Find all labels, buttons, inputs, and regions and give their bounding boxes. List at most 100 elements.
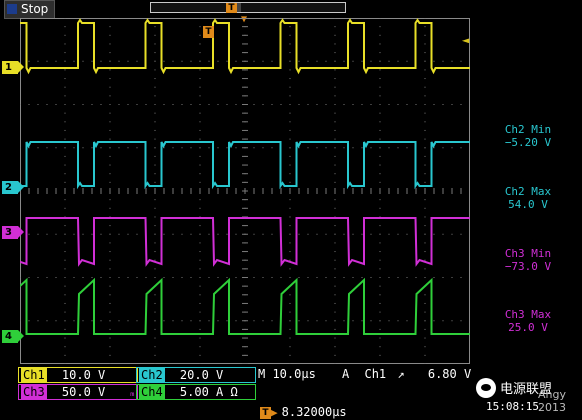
wechat-logo-icon xyxy=(476,378,496,398)
grid-dot xyxy=(424,129,426,131)
grid-dot xyxy=(289,181,291,183)
grid-dot xyxy=(325,147,327,149)
grid-dot xyxy=(64,52,66,54)
ch4-label: Ch4 xyxy=(139,385,165,399)
grid-dot xyxy=(379,225,381,227)
grid-dot xyxy=(100,277,102,278)
grid-dot xyxy=(109,354,111,356)
grid-dot xyxy=(424,354,426,356)
grid-dot xyxy=(388,277,390,278)
grid-dot xyxy=(136,233,138,235)
grid-dot xyxy=(199,121,201,123)
grid-dot xyxy=(199,173,201,175)
grid-dot xyxy=(370,277,372,278)
grid-dot xyxy=(262,60,264,62)
grid-dot xyxy=(163,233,165,235)
grid-dot xyxy=(379,129,381,131)
grid-dot xyxy=(379,121,381,123)
measurement-ch2-max: Ch2 Max 54.0 V xyxy=(474,185,582,211)
grid-dot xyxy=(154,242,156,244)
grid-dot xyxy=(334,78,336,80)
trigger-point-record-icon: T xyxy=(226,3,237,13)
grid-dot xyxy=(172,60,174,62)
grid-dot xyxy=(100,320,102,322)
grid-dot xyxy=(208,277,210,278)
grid-dot xyxy=(325,233,327,235)
grid-dot xyxy=(370,60,372,62)
grid-dot xyxy=(424,242,426,244)
grid-dot xyxy=(334,311,336,313)
grid-dot xyxy=(181,233,183,235)
grid-dot xyxy=(109,26,111,28)
grid-dot xyxy=(64,199,66,201)
grid-dot xyxy=(334,354,336,356)
grid-dot xyxy=(109,121,111,123)
grid-dot xyxy=(460,60,462,62)
acquisition-status[interactable]: Stop xyxy=(4,0,56,19)
grid-dot xyxy=(46,320,48,322)
grid-dot xyxy=(28,277,30,278)
grid-dot xyxy=(424,251,426,253)
grid-dot xyxy=(37,277,39,278)
grid-dot xyxy=(109,346,111,348)
ch4-ground-marker-icon[interactable]: 4 xyxy=(2,330,24,343)
grid-dot xyxy=(424,294,426,296)
grid-dot xyxy=(388,147,390,149)
grid-dot xyxy=(109,225,111,227)
ch4-scale: 5.00 A Ω xyxy=(179,385,238,399)
trigger-level-arrow-icon[interactable]: ◄ xyxy=(462,33,469,47)
grid-dot xyxy=(109,112,111,114)
grid-dot xyxy=(199,268,201,270)
grid-dot xyxy=(55,233,57,235)
grid-dot xyxy=(289,199,291,201)
grid-dot xyxy=(109,164,111,166)
ch3-scale-readout[interactable]: Ch3 50.0 V xyxy=(18,384,138,400)
grid-dot xyxy=(289,302,291,304)
grid-dot xyxy=(352,233,354,235)
grid-dot xyxy=(289,268,291,270)
horizontal-position-readout[interactable]: T ▶ 8.32000µs xyxy=(260,401,347,419)
ch1-ground-marker-icon[interactable]: 1 xyxy=(2,61,24,74)
grid-dot xyxy=(154,216,156,218)
grid-dot xyxy=(172,320,174,322)
grid-dot xyxy=(199,112,201,114)
ch2-ground-marker-icon[interactable]: 2 xyxy=(2,181,24,194)
grid-dot xyxy=(253,320,255,322)
grid-dot xyxy=(289,26,291,28)
grid-dot xyxy=(64,207,66,209)
grid-dot xyxy=(280,104,282,105)
measurement-ch2-min: Ch2 Min −5.20 V xyxy=(474,123,582,149)
grid-dot xyxy=(181,60,183,62)
trigger-position-icon[interactable]: T xyxy=(203,26,214,38)
ch1-scale-readout[interactable]: Ch1 10.0 V xyxy=(18,367,138,383)
grid-dot xyxy=(100,104,102,105)
grid-dot xyxy=(289,155,291,157)
ch1-label: Ch1 xyxy=(21,368,47,382)
record-length-bar[interactable] xyxy=(150,2,346,13)
grid-dot xyxy=(199,207,201,209)
grid-dot xyxy=(127,104,129,105)
timebase-readout[interactable]: M 10.0µs xyxy=(256,367,316,381)
grid-dot xyxy=(37,60,39,62)
grid-dot xyxy=(154,181,156,183)
grid-dot xyxy=(154,173,156,175)
grid-dot xyxy=(64,78,66,80)
grid-dot xyxy=(109,104,111,105)
grid-dot xyxy=(271,60,273,62)
grid-dot xyxy=(91,147,93,149)
grid-dot xyxy=(289,121,291,123)
grid-dot xyxy=(154,43,156,45)
grid-dot xyxy=(235,104,237,105)
ch4-scale-readout[interactable]: Ch4 5.00 A Ω xyxy=(136,384,256,400)
grid-dot xyxy=(379,34,381,36)
grid-dot xyxy=(199,277,201,278)
grid-dot xyxy=(415,104,417,105)
grid-dot xyxy=(379,199,381,201)
trigger-readout[interactable]: A Ch1 ↗ 6.80 V xyxy=(340,367,471,381)
ch3-ground-marker-icon[interactable]: 3 xyxy=(2,226,24,239)
grid-dot xyxy=(361,320,363,322)
grid-dot xyxy=(289,164,291,166)
measurement-value: 25.0 V xyxy=(508,321,548,334)
grid-dot xyxy=(316,104,318,105)
ch2-scale-readout[interactable]: Ch2 20.0 V xyxy=(136,367,256,383)
